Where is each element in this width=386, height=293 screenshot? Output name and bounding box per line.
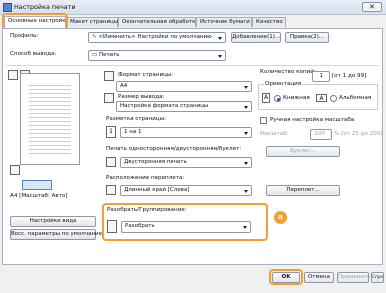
portrait-label: Книжная: [283, 95, 310, 101]
page-size-value: A4: [120, 83, 128, 89]
binding-select[interactable]: Длинный край [Слева]: [120, 185, 252, 196]
landscape-icon: A: [316, 94, 327, 102]
chevron-down-icon: [244, 106, 248, 109]
scale-range: % [от 25 до 200]: [334, 131, 383, 137]
landscape-radio[interactable]: [330, 95, 337, 102]
page-layout-value: 1 на 1: [124, 129, 142, 135]
page-size-icon: [104, 71, 114, 81]
cancel-button[interactable]: Отмена: [304, 272, 334, 283]
output-size-value: Настройка формата страницы: [120, 103, 209, 109]
printer-small-icon: ▭: [92, 52, 99, 58]
restore-defaults-button[interactable]: Восс. параметры по умолчанию: [10, 229, 103, 240]
manual-scale-checkbox[interactable]: [260, 117, 267, 124]
tab-quality[interactable]: Качество: [252, 17, 286, 27]
booklet-button[interactable]: Буклет...: [266, 146, 340, 157]
duplex-icon: [106, 157, 116, 167]
window-title: Настройка печати: [14, 3, 76, 11]
output-method-value: Печать: [98, 52, 120, 58]
scale-value: 100: [314, 131, 326, 137]
output-size-label: Размер вывода:: [118, 94, 165, 100]
preview-page-icon[interactable]: [8, 70, 18, 80]
portrait-icon: A: [262, 93, 270, 103]
chevron-down-icon: [244, 86, 248, 89]
chevron-down-icon: [244, 162, 248, 165]
page-layout-label: Разметка страницы:: [106, 116, 166, 122]
collate-value: Разобрать: [125, 223, 155, 229]
ok-button[interactable]: OK: [272, 272, 300, 283]
duplex-select[interactable]: Двусторонняя печать: [120, 157, 252, 168]
profile-value: <Изменить> Настройки по умолчанию: [98, 34, 212, 40]
copies-label: Количество копий:: [260, 69, 316, 75]
output-size-select[interactable]: Настройка формата страницы: [116, 101, 252, 112]
binding-value: Длинный край [Слева]: [124, 187, 190, 193]
copies-spinner[interactable]: 1: [312, 71, 330, 82]
copies-range: [от 1 до 99]: [332, 73, 367, 79]
scale-spinner[interactable]: 100: [310, 129, 332, 140]
scale-field-label: Масштаб:: [260, 131, 289, 137]
page-size-label: Формат страницы:: [118, 72, 174, 78]
output-size-icon: [104, 93, 114, 103]
manual-scale-label: Ручная настройка масштаба: [270, 117, 355, 123]
close-button[interactable]: ✕: [362, 2, 382, 12]
collate-label: Разобрать/Группирование:: [107, 207, 187, 213]
collate-icon: [107, 220, 117, 233]
duplex-label: Печать односторонняя/двусторонняя/буклет…: [106, 146, 242, 152]
profile-select[interactable]: ✎ <Изменить> Настройки по умолчанию: [88, 32, 226, 43]
help-button[interactable]: Справка: [371, 272, 384, 283]
tab-finishing[interactable]: Окончательная обработка: [118, 17, 199, 27]
apply-button[interactable]: Применить: [337, 272, 370, 283]
tab-paper-source[interactable]: Источник бумаги: [196, 17, 252, 27]
preview-caption: A4 [Масштаб: Авто]: [10, 193, 68, 199]
divider: [6, 65, 379, 66]
chevron-down-icon: [243, 226, 247, 229]
collate-select[interactable]: Разобрать: [121, 221, 251, 233]
chevron-down-icon: [218, 37, 222, 40]
chevron-down-icon: [218, 55, 222, 58]
copies-value: 1: [319, 73, 324, 79]
chevron-down-icon: [244, 190, 248, 193]
gutter-button[interactable]: Переплет...: [266, 185, 340, 196]
tab-page-layout[interactable]: Макет страницы: [66, 17, 118, 27]
chevron-down-icon: [244, 132, 248, 135]
portrait-radio[interactable]: [274, 95, 281, 102]
profile-edit-button[interactable]: Правка(2)...: [285, 32, 329, 43]
output-method-select[interactable]: ▭ Печать: [88, 50, 226, 61]
preview-page-lines: [29, 82, 71, 156]
binding-label: Расположение переплета:: [106, 175, 185, 181]
profile-add-button[interactable]: Добавление(1)...: [231, 32, 281, 43]
callout-badge: a: [274, 211, 287, 224]
landscape-label: Альбомная: [339, 95, 372, 101]
preview-toggle-icon[interactable]: [22, 180, 52, 190]
profile-label: Профиль:: [10, 33, 39, 39]
page-layout-select[interactable]: 1 на 1: [120, 127, 252, 138]
page-preview: [20, 73, 80, 165]
binding-icon: [106, 185, 116, 195]
printer-icon: [3, 3, 12, 12]
layout-icon: 1: [106, 126, 116, 138]
duplex-value: Двусторонняя печать: [124, 159, 187, 165]
output-method-label: Способ вывода:: [10, 51, 57, 57]
view-settings-button[interactable]: Настройки вида: [10, 216, 96, 227]
orientation-label: Ориентация: [264, 81, 303, 87]
page-size-select[interactable]: A4: [116, 81, 252, 92]
preview-mode-icon[interactable]: [10, 165, 20, 175]
